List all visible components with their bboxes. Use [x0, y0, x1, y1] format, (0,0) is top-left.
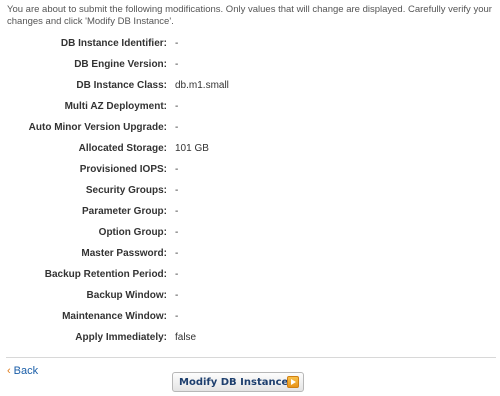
field-label: Provisioned IOPS: [79, 164, 167, 175]
field-row-provisioned-iops: Provisioned IOPS: - [0, 162, 500, 178]
field-row-db-engine-version: DB Engine Version: - [0, 57, 500, 73]
field-label: DB Engine Version: [74, 59, 167, 70]
field-label: Parameter Group: [81, 206, 167, 217]
field-label: Allocated Storage: [78, 143, 167, 154]
field-row-multi-az-deployment: Multi AZ Deployment: - [0, 99, 500, 115]
field-label: Master Password: [81, 248, 167, 259]
divider [6, 357, 496, 358]
field-value: - [175, 248, 179, 259]
field-label: DB Instance Class: [76, 80, 167, 91]
back-link-label: Back [13, 365, 39, 377]
field-value: - [175, 185, 179, 196]
field-row-security-groups: Security Groups: - [0, 183, 500, 199]
field-value: - [175, 59, 179, 70]
arrow-right-icon [287, 376, 299, 388]
field-value: - [175, 164, 179, 175]
field-value: false [175, 332, 197, 343]
intro-text: You are about to submit the following mo… [7, 4, 492, 27]
field-row-auto-minor-version-upgrade: Auto Minor Version Upgrade: - [0, 120, 500, 136]
field-value: - [175, 206, 179, 217]
field-label: Maintenance Window: [62, 311, 167, 322]
field-value: - [175, 101, 179, 112]
field-row-master-password: Master Password: - [0, 246, 500, 262]
modify-db-instance-button[interactable]: Modify DB Instance [172, 372, 304, 392]
field-value: - [175, 269, 179, 280]
chevron-left-icon: ‹ [7, 365, 11, 377]
modify-button-label: Modify DB Instance [179, 376, 289, 388]
field-row-apply-immediately: Apply Immediately: false [0, 330, 500, 346]
field-label: Apply Immediately: [75, 332, 167, 343]
field-label: Backup Window: [86, 290, 167, 301]
field-label: DB Instance Identifier: [60, 38, 167, 49]
field-row-backup-retention-period: Backup Retention Period: - [0, 267, 500, 283]
back-link[interactable]: ‹ Back [7, 364, 38, 378]
field-value: - [175, 227, 179, 238]
field-value: - [175, 290, 179, 301]
field-label: Multi AZ Deployment: [64, 101, 167, 112]
field-row-maintenance-window: Maintenance Window: - [0, 309, 500, 325]
field-row-parameter-group: Parameter Group: - [0, 204, 500, 220]
field-label: Security Groups: [85, 185, 167, 196]
field-label: Auto Minor Version Upgrade: [28, 122, 167, 133]
field-value: db.m1.small [175, 80, 229, 91]
field-label: Option Group: [98, 227, 167, 238]
field-row-db-instance-identifier: DB Instance Identifier: - [0, 36, 500, 52]
field-label: Backup Retention Period: [44, 269, 167, 280]
field-value: - [175, 122, 179, 133]
field-row-allocated-storage: Allocated Storage: 101 GB [0, 141, 500, 157]
field-value: 101 GB [175, 143, 209, 154]
field-row-db-instance-class: DB Instance Class: db.m1.small [0, 78, 500, 94]
field-value: - [175, 38, 179, 49]
field-value: - [175, 311, 179, 322]
field-row-backup-window: Backup Window: - [0, 288, 500, 304]
field-row-option-group: Option Group: - [0, 225, 500, 241]
